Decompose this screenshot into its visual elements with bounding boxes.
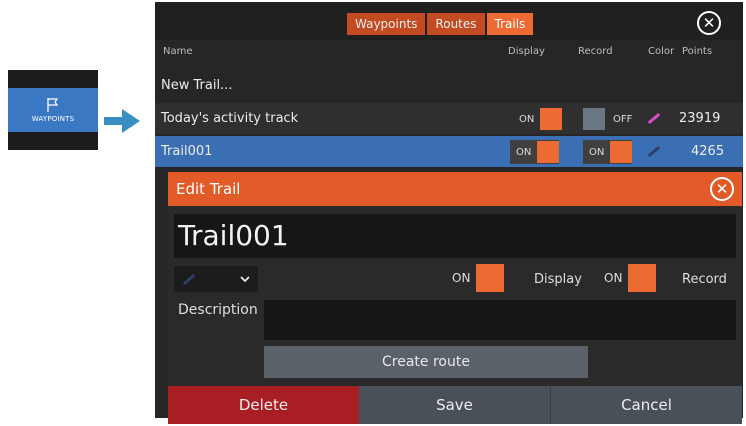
delete-button[interactable]: Delete [168,386,359,424]
table-row-selected[interactable]: Trail001 ON ON 4265 [155,136,743,167]
toggle-knob [537,141,560,163]
cancel-button[interactable]: Cancel [550,386,742,424]
toggle-knob [628,264,657,292]
trail-color-icon[interactable] [647,145,661,158]
toggle-knob [610,141,633,163]
tabs-bar: Waypoints Routes Trails ✕ [155,2,743,40]
toggle-label: ON [604,271,623,285]
toggle-label: ON [516,146,532,158]
column-header-points: Points [682,46,713,57]
record-toggle[interactable]: OFF [583,107,638,131]
column-header-record: Record [578,46,613,57]
create-route-button[interactable]: Create route [264,346,588,378]
waypoints-button[interactable]: WAYPOINTS [8,88,98,132]
row-points: 4265 [691,144,725,159]
save-button[interactable]: Save [359,386,550,424]
toggle-knob [540,108,563,130]
edit-trail-dialog: Edit Trail ✕ Trail001 ON Display ON Reco… [168,172,742,424]
display-toggle[interactable]: ON [513,107,563,131]
display-toggle[interactable]: ON [510,140,560,164]
trail-name-input[interactable]: Trail001 [174,214,736,258]
toggle-knob [583,108,605,130]
waypoints-label: WAYPOINTS [31,115,75,123]
flag-icon [47,98,59,112]
tab-trails[interactable]: Trails [486,13,534,35]
row-points: 23919 [679,111,721,126]
dialog-close-icon[interactable]: ✕ [710,177,734,201]
column-header-name: Name [163,46,193,57]
display-toggle[interactable]: ON [446,264,505,292]
toggle-label: OFF [613,113,633,125]
row-name: New Trail... [161,78,233,93]
toggle-label: ON [519,113,535,125]
display-label: Display [534,272,582,287]
column-header-color: Color [648,46,675,57]
toggle-label: ON [452,271,471,285]
dialog-title: Edit Trail [176,180,241,198]
row-name: Trail001 [161,144,213,159]
chevron-down-icon [240,276,250,283]
trail-color-icon[interactable] [647,112,661,125]
trail-color-icon [182,273,196,286]
description-label: Description [178,302,258,318]
color-select[interactable] [174,266,258,292]
toggle-label: ON [589,146,605,158]
table-row[interactable]: Today's activity track ON OFF 23919 [155,103,743,134]
column-header-display: Display [508,46,545,57]
description-input[interactable] [264,300,736,340]
record-toggle[interactable]: ON [583,140,633,164]
waypoints-tile[interactable]: WAYPOINTS [8,70,98,150]
dialog-title-bar: Edit Trail [168,172,742,206]
toggle-knob [476,264,505,292]
close-icon[interactable]: ✕ [697,11,721,35]
record-label: Record [682,272,727,287]
dialog-footer: Delete Save Cancel [168,386,742,424]
row-name: Today's activity track [161,111,299,126]
list-item-new-trail[interactable]: New Trail... [155,70,743,101]
tab-group: Waypoints Routes Trails [347,13,534,35]
tab-routes[interactable]: Routes [427,13,485,35]
arrow-right-icon [104,109,140,133]
record-toggle[interactable]: ON [598,264,657,292]
tab-waypoints[interactable]: Waypoints [347,13,426,35]
